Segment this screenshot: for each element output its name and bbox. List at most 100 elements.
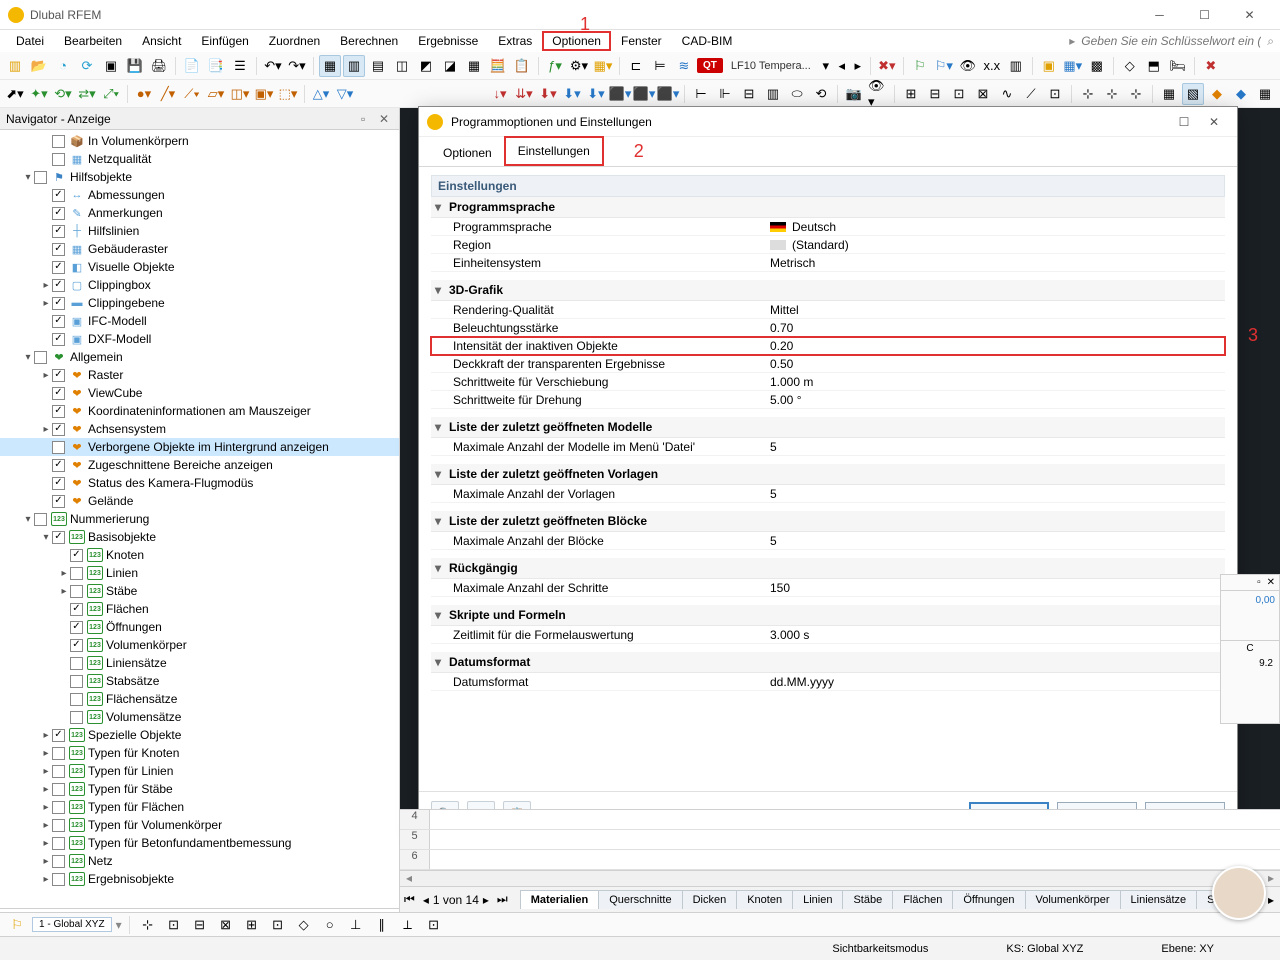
settings-value[interactable]: 0.20 [766,339,1225,353]
settings-value[interactable]: 1.000 m [766,375,1225,389]
tree-checkbox[interactable] [70,675,83,688]
settings-group-header[interactable]: ▾3D-Grafik [431,280,1225,301]
menu-bearbeiten[interactable]: Bearbeiten [54,31,132,51]
lf-dropdown-icon[interactable]: ▾ [819,55,833,77]
load6-icon[interactable]: ⬛▾ [609,83,631,105]
menu-zuordnen[interactable]: Zuordnen [259,31,330,51]
chevron-icon[interactable]: ▸ [40,730,52,741]
settings-row[interactable]: Maximale Anzahl der Schritte150 [431,579,1225,597]
settings-value[interactable]: 5 [766,487,1225,501]
tree-item[interactable]: ▸123Typen für Betonfundamentbemessung [0,834,399,852]
disp1-icon[interactable]: ▦ [1158,83,1180,105]
tree-item[interactable]: ❤Koordinateninformationen am Mauszeiger [0,402,399,420]
settings-row[interactable]: Maximale Anzahl der Blöcke5 [431,532,1225,550]
tree-checkbox[interactable] [52,837,65,850]
chevron-icon[interactable]: ▸ [40,424,52,435]
sheet-tab[interactable]: Liniensätze [1120,890,1198,909]
settings-group-header[interactable]: ▾Liste der zuletzt geöffneten Blöcke [431,511,1225,532]
settings-value[interactable]: 0.70 [766,321,1225,335]
eye-icon[interactable]: 👁▾ [867,83,889,105]
chevron-icon[interactable]: ▸ [40,802,52,813]
chevron-icon[interactable]: ▸ [40,748,52,759]
tree-item[interactable]: ❤Status des Kamera-Flugmodüs [0,474,399,492]
menu-optionen[interactable]: Optionen [542,31,611,51]
res5-icon[interactable]: ⬭ [786,83,808,105]
menu-ergebnisse[interactable]: Ergebnisse [408,31,488,51]
tree-checkbox[interactable] [52,225,65,238]
dialog-tab-options[interactable]: Optionen [431,140,504,166]
tree-item[interactable]: ▸123Ergebnisobjekte [0,870,399,888]
sheet-first-icon[interactable]: ⏮ [400,892,419,907]
misc2-icon[interactable]: ⬒ [1143,55,1165,77]
tree-item[interactable]: 123Flächen [0,600,399,618]
tree-item[interactable]: ▸123Typen für Stäbe [0,780,399,798]
tree-item[interactable]: ▸123Stäbe [0,582,399,600]
settings-value[interactable]: 0.50 [766,357,1225,371]
disp5-icon[interactable]: ▦ [1254,83,1276,105]
st-btn-2[interactable]: ⊡ [163,914,185,936]
tree-item[interactable]: ▸123Typen für Volumenkörper [0,816,399,834]
solid-icon[interactable]: ▣▾ [253,83,275,105]
macro-icon[interactable]: ⚙▾ [568,55,590,77]
tree-checkbox[interactable] [70,639,83,652]
grid3-icon[interactable]: ⊡ [948,83,970,105]
settings-value[interactable]: Deutsch [766,220,1225,234]
opening-icon[interactable]: ◫▾ [229,83,251,105]
tree-checkbox[interactable] [52,747,65,760]
settings-value[interactable]: 3.000 s [766,628,1225,642]
disp3-icon[interactable]: ◆ [1206,83,1228,105]
misc3-icon[interactable]: 🛏 [1167,55,1189,77]
tree-checkbox[interactable] [52,765,65,778]
menu-berechnen[interactable]: Berechnen [330,31,408,51]
dim1-icon[interactable]: 👁 [957,55,979,77]
dim3-icon[interactable]: ▥ [1005,55,1027,77]
save-icon[interactable]: 💾 [124,55,146,77]
tree-checkbox[interactable] [52,333,65,346]
snap1-icon[interactable]: ⊹ [1077,83,1099,105]
res4-icon[interactable]: ▥ [762,83,784,105]
chevron-icon[interactable]: ▸ [40,838,52,849]
sheet-tab[interactable]: Materialien [520,890,599,909]
settings-value[interactable]: Mittel [766,303,1225,317]
tree-item[interactable]: 📦In Volumenkörpern [0,132,399,150]
view1-icon[interactable]: ▦ [319,55,341,77]
tree-checkbox[interactable] [52,441,65,454]
grid7-icon[interactable]: ⊡ [1044,83,1066,105]
settings-row[interactable]: Deckkraft der transparenten Ergebnisse0.… [431,355,1225,373]
sheet-tab[interactable]: Flächen [892,890,953,909]
settings-group-header[interactable]: ▾Liste der zuletzt geöffneten Vorlagen [431,464,1225,485]
tree-checkbox[interactable] [52,873,65,886]
side-close-icon[interactable]: ✕ [1267,577,1275,588]
tree-item[interactable]: ▣DXF-Modell [0,330,399,348]
tree-item[interactable]: ▸▢Clippingbox [0,276,399,294]
snap2-icon[interactable]: ⊹ [1101,83,1123,105]
st-btn-4[interactable]: ⊠ [215,914,237,936]
list-icon[interactable]: ☰ [229,55,251,77]
model3-icon[interactable]: ▩ [1086,55,1108,77]
settings-row[interactable]: Rendering-QualitätMittel [431,301,1225,319]
settings-row[interactable]: Datumsformatdd.MM.yyyy [431,673,1225,691]
settings-row[interactable]: Maximale Anzahl der Vorlagen5 [431,485,1225,503]
tree-item[interactable]: ❤Zugeschnittene Bereiche anzeigen [0,456,399,474]
st-btn-12[interactable]: ⊡ [423,914,445,936]
dialog-tab-settings[interactable]: Einstellungen [504,136,604,166]
sheet-tab[interactable]: Stäbe [842,890,893,909]
doc-icon[interactable]: 📄 [181,55,203,77]
pin-icon[interactable]: ✖▾ [876,55,898,77]
sheet-tab[interactable]: Öffnungen [952,890,1025,909]
settings-row[interactable]: Maximale Anzahl der Modelle im Menü 'Dat… [431,438,1225,456]
st-btn-5[interactable]: ⊞ [241,914,263,936]
fx-icon[interactable]: ƒ▾ [544,55,566,77]
tree-checkbox[interactable] [52,801,65,814]
sheet-tab[interactable]: Dicken [682,890,738,909]
misc1-icon[interactable]: ◇ [1119,55,1141,77]
tree-checkbox[interactable] [52,459,65,472]
tree-checkbox[interactable] [52,423,65,436]
tree-checkbox[interactable] [52,477,65,490]
lf-waves-icon[interactable]: ≋ [673,55,695,77]
cam-icon[interactable]: 📷 [843,83,865,105]
settings-row[interactable]: Schrittweite für Drehung5.00 ° [431,391,1225,409]
load4-icon[interactable]: ⬇▾ [561,83,583,105]
cloud-icon[interactable]: ◔ [52,55,74,77]
load1-icon[interactable]: ↓▾ [489,83,511,105]
